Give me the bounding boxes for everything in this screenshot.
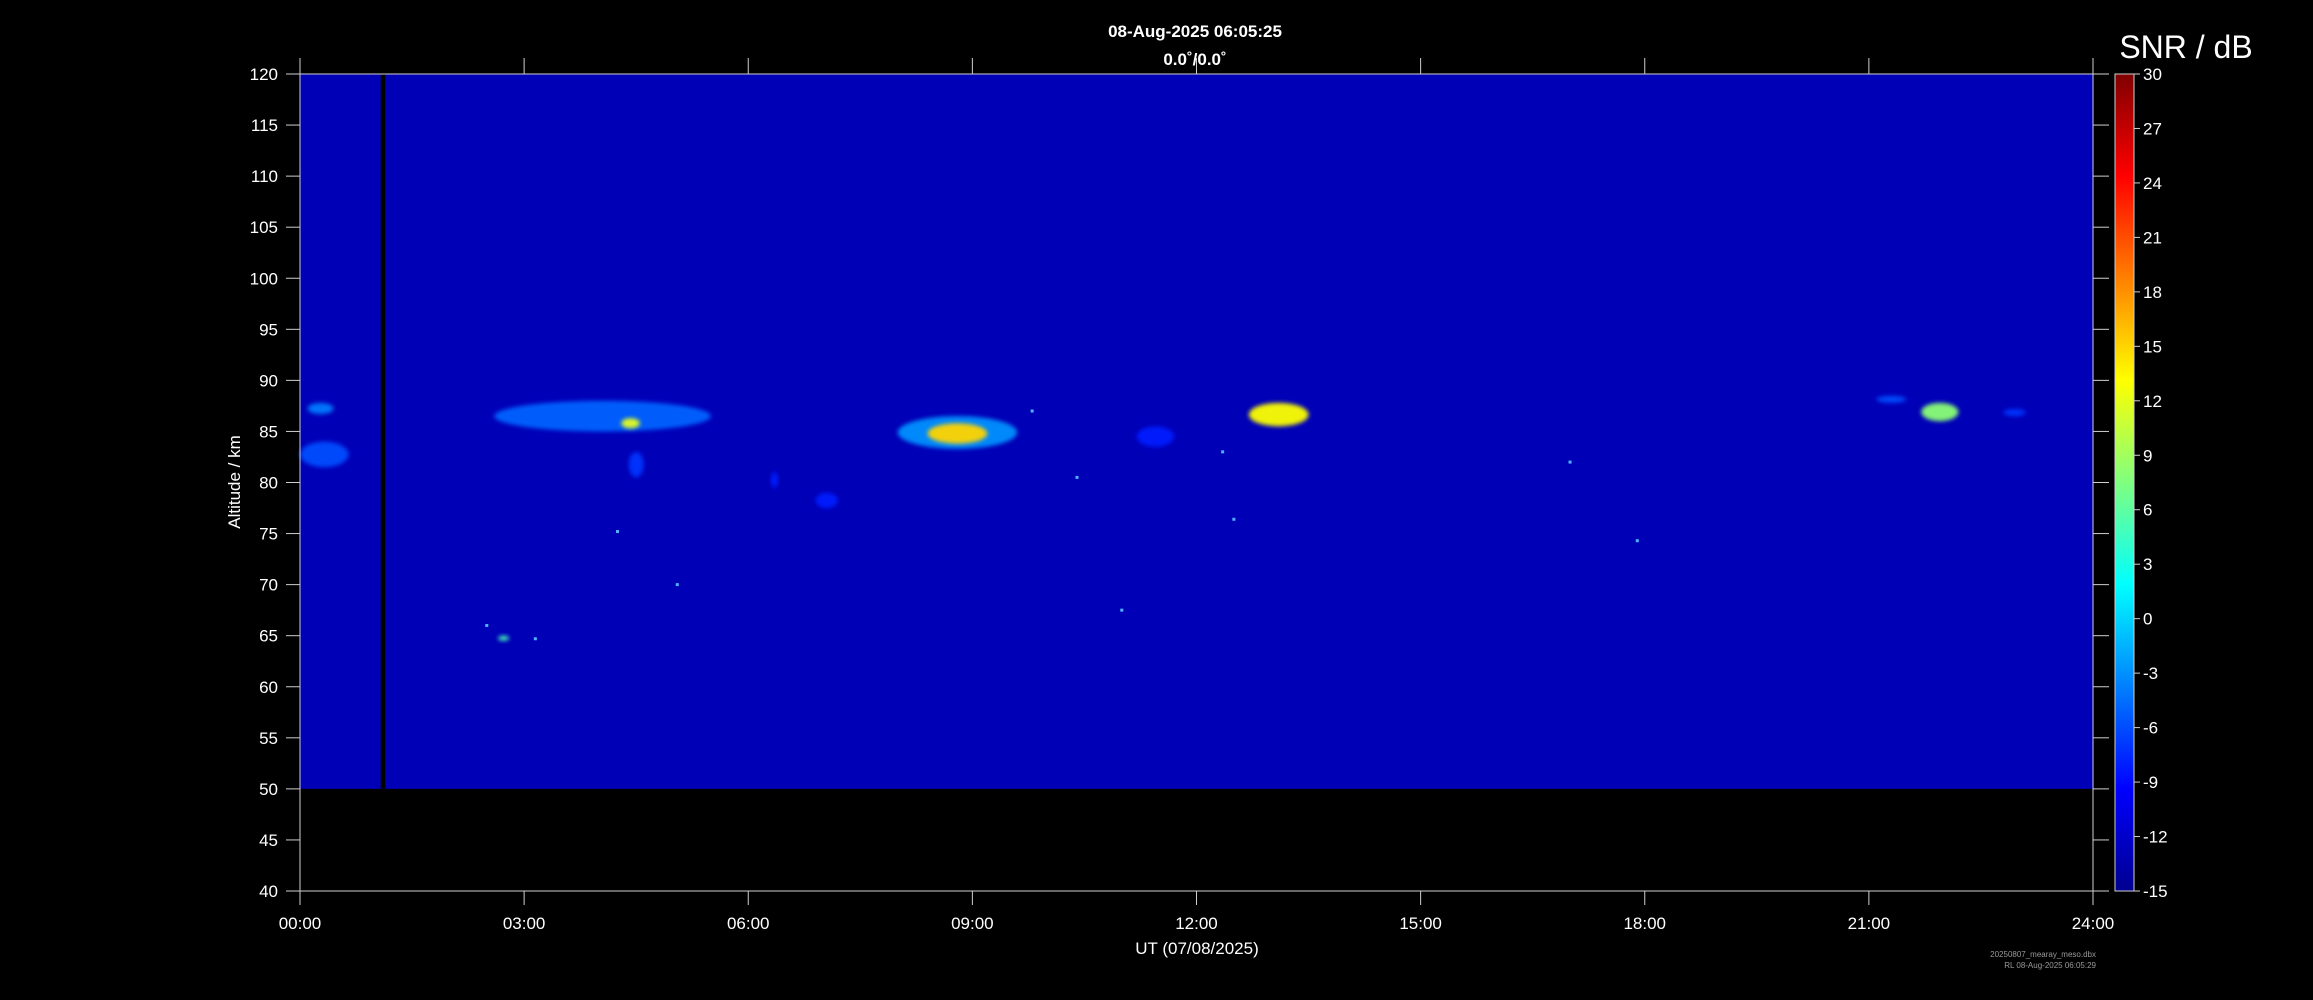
colorbar-tick-label: -3 [2143, 664, 2158, 683]
colorbar-tick-label: 3 [2143, 555, 2152, 574]
y-tick-label: 65 [259, 627, 278, 646]
y-tick-label: 115 [251, 116, 278, 135]
speckle-2 [1635, 539, 1639, 543]
chart-title: 08-Aug-2025 06:05:25 [1108, 22, 1282, 41]
x-tick-label: 21:00 [1848, 914, 1891, 933]
colorbar-tick-label: 12 [2143, 392, 2162, 411]
speckle-10 [675, 583, 679, 587]
chart-subtitle: 0.0˚/0.0˚ [1163, 50, 1226, 69]
data-background [300, 74, 2093, 789]
echo-13 [2003, 408, 2026, 417]
x-tick-label: 24:00 [2072, 914, 2115, 933]
echo-2 [494, 400, 711, 432]
x-tick-label: 09:00 [951, 914, 994, 933]
file-credit: 20250807_mearay_meso.dbx RL 08-Aug-2025 … [1990, 949, 2096, 971]
echo-6 [815, 492, 838, 509]
credit-timestamp: RL 08-Aug-2025 06:05:29 [2004, 961, 2096, 970]
colorbar-tick-label: 27 [2143, 119, 2162, 138]
colorbar-tick-label: 18 [2143, 283, 2162, 302]
y-tick-label: 90 [259, 371, 278, 390]
y-tick-label: 95 [259, 320, 278, 339]
echo-10 [1248, 402, 1309, 427]
y-tick-label: 70 [259, 576, 278, 595]
credit-filename: 20250807_mearay_meso.dbx [1990, 950, 2096, 959]
colorbar-tick-label: 15 [2143, 337, 2162, 356]
speckle-7 [533, 637, 537, 641]
colorbar-tick-label: 30 [2143, 65, 2162, 84]
colorbar-tick-label: -12 [2143, 828, 2168, 847]
y-tick-label: 100 [250, 269, 278, 288]
y-tick-label: 75 [259, 525, 278, 544]
speckle-5 [1568, 460, 1572, 464]
y-tick-label: 60 [259, 678, 278, 697]
x-tick-label: 15:00 [1399, 914, 1442, 933]
y-tick-label: 110 [251, 167, 278, 186]
colorbar-tick-label: 21 [2143, 228, 2162, 247]
data-gap [380, 74, 386, 789]
speckle-9 [1221, 450, 1225, 454]
colorbar-tick-label: -6 [2143, 719, 2158, 738]
speckle-3 [1120, 608, 1124, 612]
colorbar-label: SNR / dB [2119, 29, 2252, 65]
colorbar [2114, 73, 2135, 892]
heatmap-area [300, 74, 2093, 789]
speckle-4 [1075, 475, 1079, 479]
colorbar-tick-label: 9 [2143, 446, 2152, 465]
echo-3 [621, 418, 640, 429]
y-tick-label: 45 [259, 831, 278, 850]
x-tick-label: 06:00 [727, 914, 770, 933]
y-tick-label: 80 [259, 474, 278, 493]
y-axis-label: Altitude / km [225, 435, 244, 529]
echo-0 [300, 441, 349, 468]
echo-8 [927, 423, 988, 444]
y-tick-label: 55 [259, 729, 278, 748]
echo-4 [628, 451, 644, 478]
echo-1 [307, 402, 334, 415]
y-tick-label: 40 [259, 882, 278, 901]
echo-9 [1136, 426, 1175, 447]
x-tick-label: 03:00 [503, 914, 546, 933]
echo-11 [1876, 395, 1907, 403]
speckle-6 [485, 623, 489, 627]
y-tick-label: 85 [259, 422, 278, 441]
y-tick-label: 50 [259, 780, 278, 799]
colorbar-tick-label: 24 [2143, 174, 2162, 193]
x-axis-label: UT (07/08/2025) [1135, 939, 1258, 958]
speckle-0 [616, 530, 620, 534]
speckle-1 [1232, 517, 1236, 521]
colorbar-tick-label: 6 [2143, 501, 2152, 520]
echo-14 [497, 635, 510, 641]
radar-plot: 08-Aug-2025 06:05:25 0.0˚/0.0˚ 00:00 03:0… [225, 22, 2253, 958]
x-tick-label: 00:00 [279, 914, 322, 933]
y-tick-label: 120 [250, 65, 278, 84]
y-tick-label: 105 [250, 218, 278, 237]
x-tick-label: 18:00 [1623, 914, 1666, 933]
colorbar-tick-label: -15 [2143, 882, 2168, 901]
colorbar-tick-label: -9 [2143, 773, 2158, 792]
x-tick-label: 12:00 [1175, 914, 1218, 933]
echo-12 [1921, 402, 1959, 422]
speckle-8 [1030, 409, 1034, 413]
colorbar-ticks: 302724211815129630-3-6-9-12-15 [2134, 65, 2168, 901]
colorbar-tick-label: 0 [2143, 610, 2152, 629]
echo-5 [770, 472, 779, 488]
